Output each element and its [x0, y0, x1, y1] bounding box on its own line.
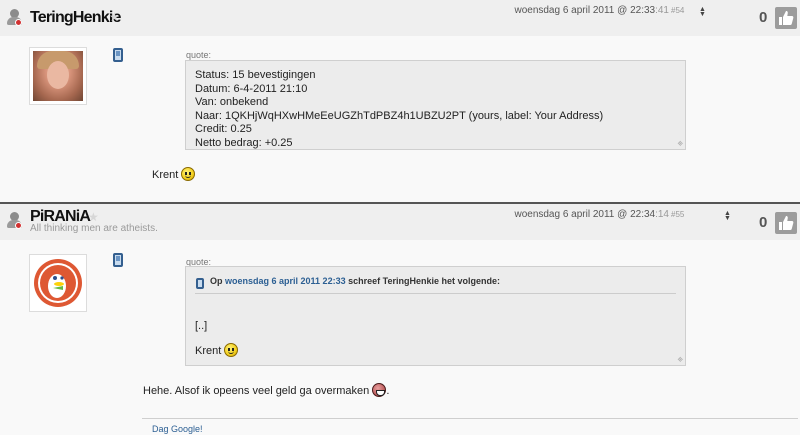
- post-seconds: :14: [655, 209, 669, 220]
- nested-quote-text: Krent: [195, 345, 222, 357]
- star-icon[interactable]: ★: [88, 210, 99, 224]
- phone-icon: [113, 48, 123, 62]
- username[interactable]: TeringHenkie: [30, 9, 121, 27]
- resize-grip-icon[interactable]: ≡: [676, 139, 686, 149]
- post-number[interactable]: #54: [671, 6, 684, 15]
- post-header: PiRANiA ★ All thinking men are atheists.…: [0, 204, 800, 240]
- post-seconds: :41: [655, 5, 669, 16]
- quote-line: Netto bedrag: +0.25: [195, 136, 293, 149]
- quote-label: quote:: [186, 50, 212, 60]
- thumbs-up-icon: [779, 11, 794, 25]
- thumbs-up-button[interactable]: [775, 212, 797, 234]
- post-text-content: Krent: [152, 169, 179, 181]
- post-date: woensdag 6 april 2011 @ 22:34: [514, 209, 656, 220]
- smiley-icon: [181, 167, 196, 181]
- resize-grip-icon[interactable]: ≡: [676, 355, 686, 365]
- user-tagline: All thinking men are atheists.: [30, 223, 158, 234]
- sort-icon[interactable]: ▲ ▼: [699, 6, 706, 18]
- user-icon: [7, 212, 22, 229]
- post-55: PiRANiA ★ All thinking men are atheists.…: [0, 204, 800, 435]
- nested-quote-line: Krent: [195, 343, 239, 357]
- nested-quote-header: Op woensdag 6 april 2011 22:33 schreef T…: [210, 276, 500, 286]
- nested-quote-suffix: schreef TeringHenkie het volgende:: [348, 276, 500, 286]
- thumbs-up-icon: [779, 216, 794, 230]
- post-timestamp: woensdag 6 april 2011 @ 22:34:14: [514, 209, 669, 220]
- nested-quote-divider: [195, 293, 676, 294]
- post-text-end: .: [386, 385, 390, 397]
- user-icon: [7, 9, 22, 26]
- nested-quote-line: [..]: [195, 320, 208, 332]
- score: 0: [759, 214, 768, 231]
- star-icon[interactable]: ★: [109, 10, 120, 24]
- post-text: Hehe. Alsof ik opeens veel geld ga overm…: [143, 383, 389, 397]
- post-54: TeringHenkie ★ woensdag 6 april 2011 @ 2…: [0, 0, 800, 203]
- phone-icon: [196, 278, 204, 289]
- duck-logo-icon: [34, 259, 82, 307]
- quote-line: Status: 15 bevestigingen: [195, 69, 316, 81]
- nested-quote-prefix: Op: [210, 276, 223, 286]
- quote-line: Datum: 6-4-2011 21:10: [195, 82, 308, 95]
- post-body: quote: Op woensdag 6 april 2011 22:33 sc…: [0, 240, 800, 435]
- post-header: TeringHenkie ★ woensdag 6 april 2011 @ 2…: [0, 0, 800, 36]
- nested-quote-date-link[interactable]: woensdag 6 april 2011 22:33: [225, 276, 346, 286]
- thumbs-up-button[interactable]: [775, 7, 797, 29]
- post-text: Krent: [152, 167, 196, 181]
- smiley-icon: [224, 343, 239, 357]
- post-timestamp: woensdag 6 april 2011 @ 22:33:41: [514, 5, 669, 16]
- post-body: quote: Status: 15 bevestigingen Datum: 6…: [0, 36, 800, 203]
- quote-line: Credit: 0.25: [195, 123, 252, 135]
- quote-line: Naar: 1QKHjWqHXwHMeEeUGZhTdPBZ4h1UBZU2PT…: [195, 109, 604, 122]
- score: 0: [759, 9, 768, 26]
- signature-link[interactable]: Dag Google!: [152, 424, 203, 434]
- quote-box: Status: 15 bevestigingen Datum: 6-4-2011…: [185, 60, 686, 150]
- avatar[interactable]: [29, 254, 87, 312]
- grin-icon: [372, 383, 387, 397]
- phone-icon: [113, 253, 123, 267]
- quote-line: Van: onbekend: [195, 96, 269, 108]
- post-number[interactable]: #55: [671, 210, 684, 219]
- sort-icon[interactable]: ▲ ▼: [724, 210, 731, 222]
- post-text-content: Hehe. Alsof ik opeens veel geld ga overm…: [143, 385, 370, 397]
- signature-divider: [142, 418, 798, 419]
- post-date: woensdag 6 april 2011 @ 22:33: [514, 5, 656, 16]
- avatar[interactable]: [29, 47, 87, 105]
- quote-box: Op woensdag 6 april 2011 22:33 schreef T…: [185, 266, 686, 366]
